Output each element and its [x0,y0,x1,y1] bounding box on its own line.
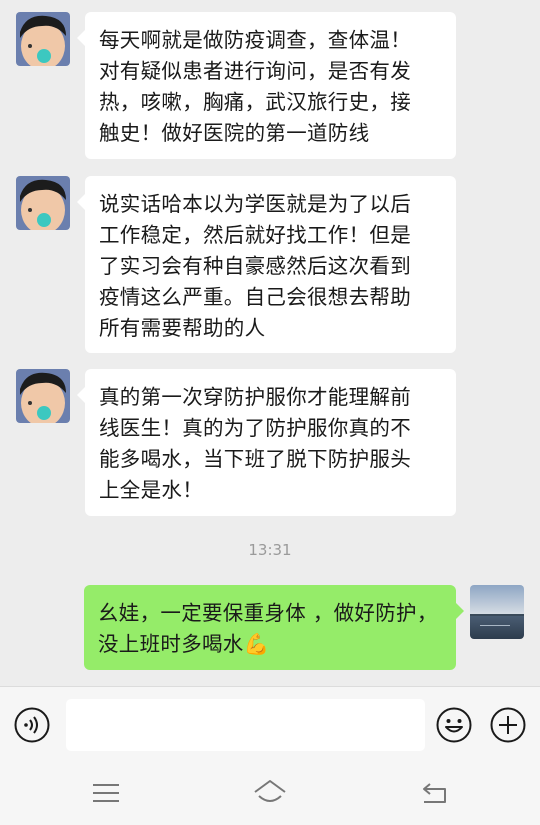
voice-button[interactable] [14,707,50,743]
message-line: 真的第一次穿防护服你才能理解前 [99,385,411,409]
message-line-with-emoji: 没上班时多喝水💪 [98,629,442,660]
menu-icon [93,784,119,802]
message-line: 了实习会有种自豪感然后这次看到 [99,254,411,278]
contact-avatar[interactable] [16,12,70,66]
message-line: 疫情这么严重。自己会很想去帮助 [99,285,411,309]
back-nav-button[interactable] [418,778,452,808]
message-line: 线医生！真的为了防护服你真的不 [99,416,411,440]
my-avatar-image [470,585,524,639]
contact-avatar-image [16,369,70,423]
contact-avatar[interactable] [16,176,70,230]
message-line: 热，咳嗽，胸痛，武汉旅行史，接 [99,90,411,114]
chat-message-list[interactable]: 每天啊就是做防疫调查，查体温！ 对有疑似患者进行询问，是否有发 热，咳嗽，胸痛，… [0,0,540,686]
home-icon [254,780,286,802]
message-timestamp: 13:31 [248,541,292,559]
my-avatar[interactable] [470,585,524,639]
plus-icon [490,707,526,743]
outgoing-bubble[interactable]: 幺娃，一定要保重身体 ，做好防护， 没上班时多喝水💪 [84,585,464,670]
contact-avatar-image [16,176,70,230]
input-bar [0,686,540,763]
message-input[interactable] [66,699,425,751]
back-icon [423,783,446,803]
contact-avatar[interactable] [16,369,70,423]
message-line: 所有需要帮助的人 [99,316,266,340]
message-line: 每天啊就是做防疫调查，查体温！ [99,28,411,52]
home-nav-button[interactable] [253,778,287,808]
message-line: 幺娃，一定要保重身体 ，做好防护， [98,601,438,625]
message-line: 上全是水！ [99,478,203,502]
system-nav-bar [0,762,540,825]
flexed-biceps-emoji: 💪 [243,632,270,656]
message-line: 说实话哈本以为学医就是为了以后 [99,192,411,216]
contact-avatar-image [16,12,70,66]
emoji-button[interactable] [436,707,472,743]
incoming-bubble[interactable]: 说实话哈本以为学医就是为了以后 工作稳定，然后就好找工作！但是 了实习会有种自豪… [77,176,456,353]
message-line: 对有疑似患者进行询问，是否有发 [99,59,411,83]
emoji-icon [436,707,472,743]
message-line: 没上班时多喝水 [98,632,244,656]
message-line: 工作稳定，然后就好找工作！但是 [99,223,411,247]
incoming-bubble[interactable]: 真的第一次穿防护服你才能理解前 线医生！真的为了防护服你真的不 能多喝水，当下班… [77,369,456,516]
menu-nav-button[interactable] [89,778,123,808]
more-button[interactable] [490,707,526,743]
message-line: 触史！做好医院的第一道防线 [99,121,370,145]
incoming-bubble[interactable]: 每天啊就是做防疫调查，查体温！ 对有疑似患者进行询问，是否有发 热，咳嗽，胸痛，… [77,12,456,159]
message-line: 能多喝水，当下班了脱下防护服头 [99,447,411,471]
voice-icon [14,707,50,743]
